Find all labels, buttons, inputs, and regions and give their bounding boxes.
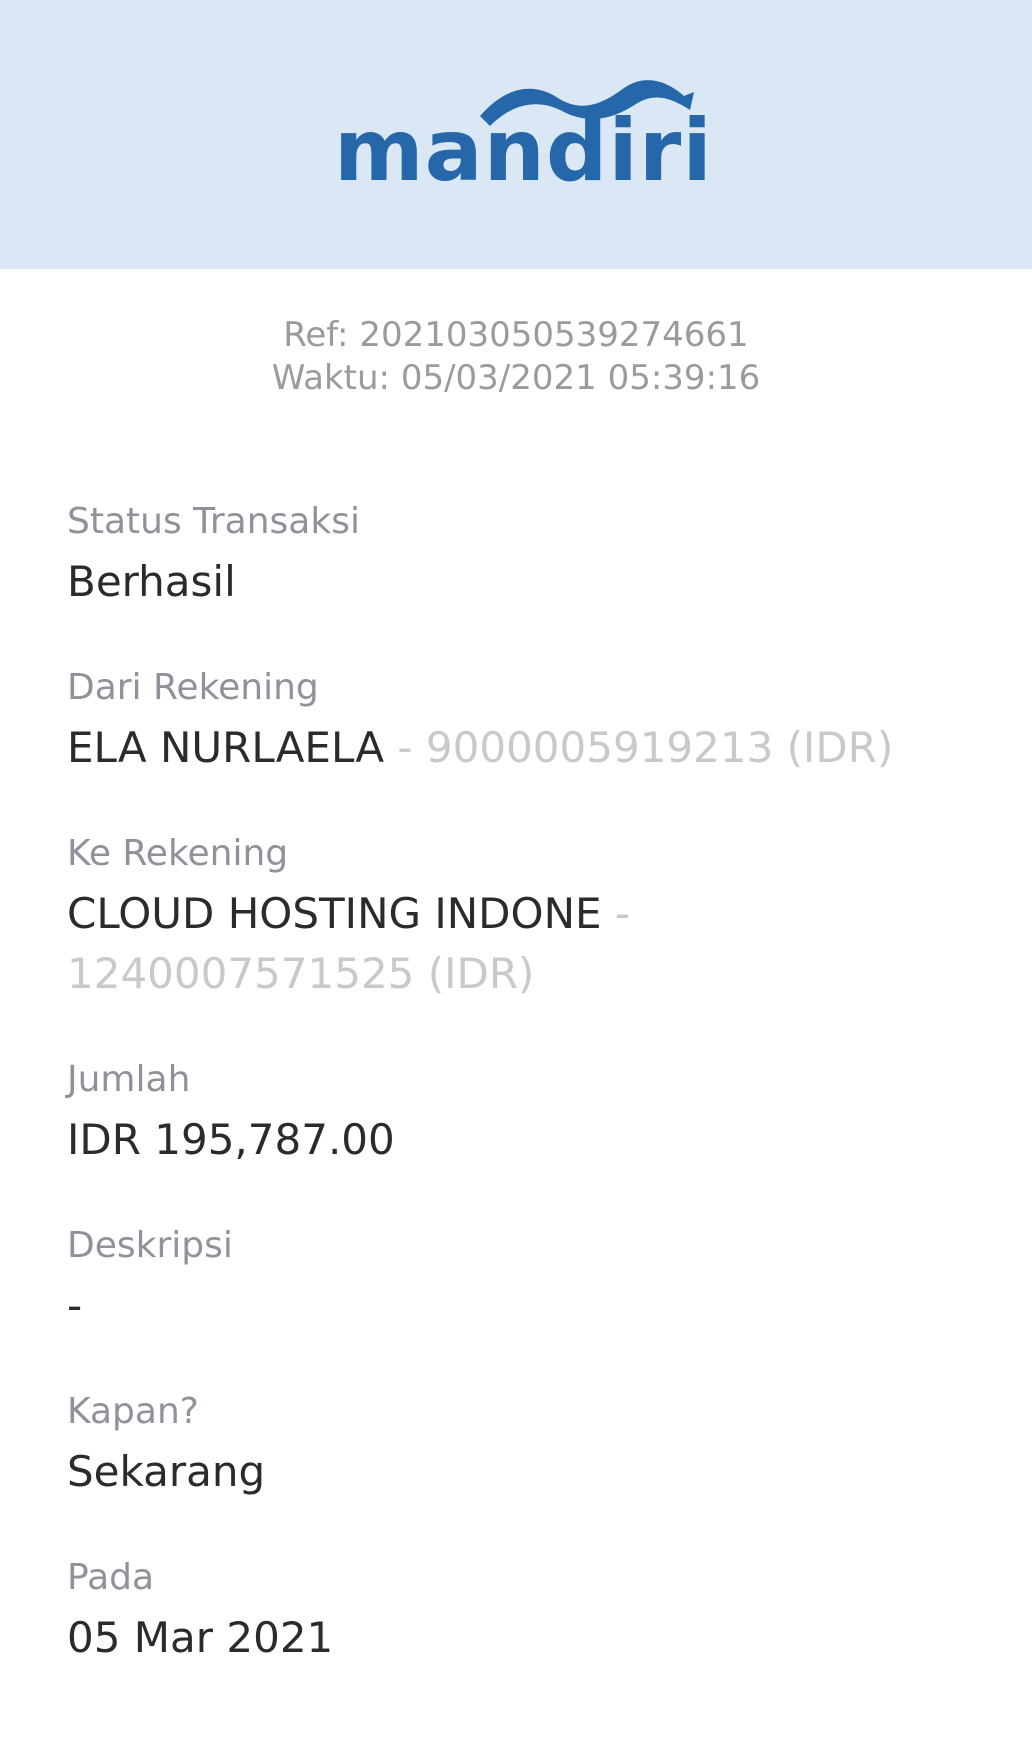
to-account-value: CLOUD HOSTING INDONE - 1240007571525 (IDR… bbox=[67, 884, 987, 1004]
status-value: Berhasil bbox=[67, 557, 236, 606]
to-account-label: Ke Rekening bbox=[67, 833, 289, 874]
to-account-name: CLOUD HOSTING INDONE bbox=[67, 889, 602, 938]
field-to-account: Ke Rekening CLOUD HOSTING INDONE - 124000… bbox=[67, 832, 987, 1004]
to-account-separator: - bbox=[601, 889, 631, 938]
from-account-name: ELA NURLAELA bbox=[67, 723, 385, 772]
receipt-meta: Ref: 2021030505392746​61 Waktu: 05/03/20… bbox=[0, 314, 1032, 400]
reference-number: Ref: 2021030505392746​61 bbox=[283, 315, 749, 355]
field-status: Status Transaksi Berhasil bbox=[67, 500, 987, 612]
description-label: Deskripsi bbox=[67, 1225, 233, 1266]
brand-wordmark: mandiri bbox=[334, 101, 713, 201]
amount-label: Jumlah bbox=[67, 1059, 191, 1100]
field-description: Deskripsi - bbox=[67, 1224, 987, 1336]
from-account-number: - 9000005919213 (IDR) bbox=[384, 723, 894, 772]
field-from-account: Dari Rekening ELA NURLAELA - 90000059192… bbox=[67, 666, 987, 778]
mandiri-logo: mandiri bbox=[334, 76, 712, 194]
from-account-label: Dari Rekening bbox=[67, 667, 319, 708]
amount-value: IDR 195,787.00 bbox=[67, 1115, 395, 1164]
date-value: 05 Mar 2021 bbox=[67, 1613, 334, 1662]
field-date: Pada 05 Mar 2021 bbox=[67, 1556, 987, 1668]
field-amount: Jumlah IDR 195,787.00 bbox=[67, 1058, 987, 1170]
from-account-value: ELA NURLAELA - 9000005919213 (IDR) bbox=[67, 718, 987, 778]
date-label: Pada bbox=[67, 1557, 155, 1598]
field-when: Kapan? Sekarang bbox=[67, 1390, 987, 1502]
description-value: - bbox=[67, 1281, 83, 1330]
status-label: Status Transaksi bbox=[67, 501, 360, 542]
when-value: Sekarang bbox=[67, 1447, 266, 1496]
to-account-number: 1240007571525 (IDR) bbox=[67, 949, 535, 998]
transaction-time: Waktu: 05/03/2021 05:39:16 bbox=[271, 358, 761, 398]
when-label: Kapan? bbox=[67, 1391, 199, 1432]
header-banner: mandiri bbox=[0, 0, 1032, 269]
